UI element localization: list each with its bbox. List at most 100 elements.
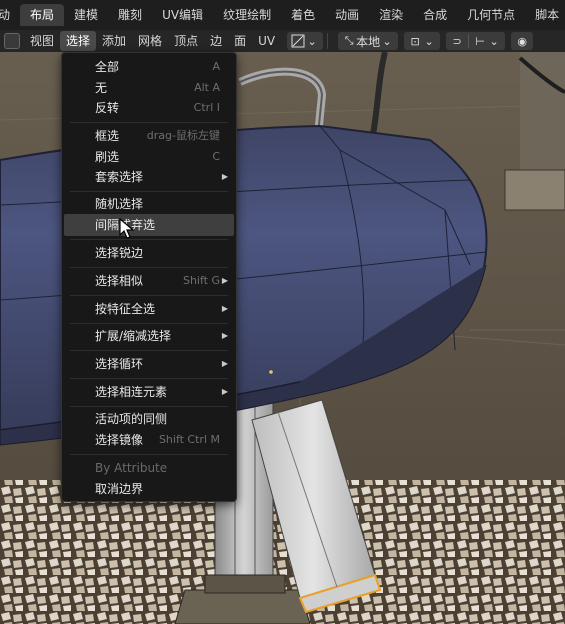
transform-orientation-dropdown[interactable]: ⤡ 本地 ⌄ bbox=[338, 32, 399, 50]
menu-face[interactable]: 面 bbox=[228, 31, 252, 51]
menu-item-invert[interactable]: 反转 Ctrl I bbox=[64, 97, 234, 119]
tab-shading[interactable]: 着色 bbox=[281, 4, 325, 26]
transform-orientation-label: 本地 bbox=[356, 34, 381, 49]
tab-animation-partial[interactable]: 动 bbox=[0, 4, 20, 26]
menu-add[interactable]: 添加 bbox=[96, 31, 132, 51]
menu-item-shortcut: Shift Ctrl M bbox=[158, 433, 220, 446]
menu-item-label: 选择循环 bbox=[95, 357, 144, 371]
menu-item-select-all-by-trait[interactable]: 按特征全选 ▶ bbox=[64, 298, 234, 320]
tab-compositing[interactable]: 合成 bbox=[413, 4, 457, 26]
menu-item-shortcut: C bbox=[212, 150, 220, 163]
menu-item-select-loops[interactable]: 选择循环 ▶ bbox=[64, 353, 234, 375]
submenu-arrow-icon: ▶ bbox=[221, 359, 228, 368]
mouse-cursor-icon bbox=[119, 218, 135, 239]
tab-geometry-nodes[interactable]: 几何节点 bbox=[457, 4, 525, 26]
pivot-point-dropdown[interactable]: ⊡ ⌄ bbox=[404, 32, 441, 50]
menu-item-label: 框选 bbox=[95, 129, 120, 143]
menu-item-label: 活动项的同侧 bbox=[95, 412, 168, 426]
tab-uv-editing[interactable]: UV编辑 bbox=[152, 4, 213, 26]
workspace-tab-bar: 动 布局 建模 雕刻 UV编辑 纹理绘制 着色 动画 渲染 合成 几何节点 脚本 bbox=[0, 0, 565, 30]
menu-item-select-all[interactable]: 全部 A bbox=[64, 56, 234, 78]
menu-item-label: 选择镜像 bbox=[95, 433, 144, 447]
menu-item-select-sharp-edges[interactable]: 选择锐边 bbox=[64, 242, 234, 264]
menu-vertex[interactable]: 顶点 bbox=[168, 31, 204, 51]
menu-item-label: By Attribute bbox=[95, 461, 168, 475]
menu-item-label: 刷选 bbox=[95, 150, 120, 164]
menu-item-label: 无 bbox=[95, 81, 108, 95]
tab-animation[interactable]: 动画 bbox=[325, 4, 369, 26]
menu-separator bbox=[70, 295, 228, 296]
chevron-down-icon: ⌄ bbox=[489, 34, 499, 48]
menu-item-shortcut: Alt A bbox=[194, 81, 220, 94]
submenu-arrow-icon: ▶ bbox=[221, 304, 228, 313]
menu-separator bbox=[70, 239, 228, 240]
menu-item-shortcut: drag-鼠标左键 bbox=[146, 129, 220, 142]
menu-select[interactable]: 选择 bbox=[60, 31, 97, 51]
menu-item-label: 选择锐边 bbox=[95, 246, 144, 260]
menu-separator bbox=[70, 323, 228, 324]
tab-texture-paint[interactable]: 纹理绘制 bbox=[213, 4, 281, 26]
snap-increment-icon[interactable]: ⊢ bbox=[473, 35, 487, 48]
menu-item-checker-deselect[interactable]: 间隔式弃选 bbox=[64, 214, 234, 236]
orientation-axes-icon: ⤡ bbox=[344, 34, 354, 47]
menu-item-label: 反转 bbox=[95, 101, 120, 115]
pivot-point-icon: ⊡ bbox=[410, 34, 420, 48]
mode-toggle-icon[interactable] bbox=[4, 33, 20, 49]
menu-item-label: 随机选择 bbox=[95, 197, 144, 211]
menu-item-select-mirror[interactable]: 选择镜像 Shift Ctrl M bbox=[64, 429, 234, 451]
menu-item-lasso-select[interactable]: 套索选择 ▶ bbox=[64, 166, 234, 188]
submenu-arrow-icon: ▶ bbox=[221, 172, 228, 181]
menu-separator bbox=[70, 191, 228, 192]
menu-item-shortcut: A bbox=[212, 60, 220, 73]
menu-separator bbox=[70, 406, 228, 407]
menu-item-label: 扩展/缩减选择 bbox=[95, 329, 172, 343]
menu-item-label: 套索选择 bbox=[95, 170, 144, 184]
submenu-arrow-icon: ▶ bbox=[221, 276, 228, 285]
tab-sculpting[interactable]: 雕刻 bbox=[108, 4, 152, 26]
tab-scripting[interactable]: 脚本 bbox=[525, 4, 565, 26]
chevron-down-icon: ⌄ bbox=[424, 34, 434, 48]
menu-item-select-none[interactable]: 无 Alt A bbox=[64, 77, 234, 99]
menu-item-select-side-of-active[interactable]: 活动项的同侧 bbox=[64, 408, 234, 430]
snap-magnet-icon[interactable]: ⊃ bbox=[450, 35, 464, 48]
menu-item-label: 全部 bbox=[95, 60, 120, 74]
menu-separator bbox=[70, 454, 228, 455]
menu-item-region-to-loop[interactable]: 取消边界 bbox=[64, 478, 234, 500]
header-divider bbox=[327, 33, 329, 49]
menu-item-circle-select[interactable]: 刷选 C bbox=[64, 146, 234, 168]
proportional-editing-icon: ◉ bbox=[517, 34, 527, 48]
menu-item-label: 按特征全选 bbox=[95, 302, 156, 316]
menu-item-label: 选择相连元素 bbox=[95, 385, 168, 399]
submenu-arrow-icon: ▶ bbox=[221, 387, 228, 396]
chevron-down-icon: ⌄ bbox=[307, 34, 317, 48]
menu-item-select-random[interactable]: 随机选择 bbox=[64, 193, 234, 215]
tab-rendering[interactable]: 渲染 bbox=[369, 4, 413, 26]
menu-item-by-attribute: By Attribute bbox=[64, 457, 234, 479]
menu-separator bbox=[70, 122, 228, 123]
menu-item-label: 选择相似 bbox=[95, 274, 144, 288]
menu-mesh[interactable]: 网格 bbox=[132, 31, 168, 51]
menu-item-shortcut: Shift G bbox=[182, 274, 220, 287]
menu-item-select-similar[interactable]: 选择相似 Shift G ▶ bbox=[64, 270, 234, 292]
menu-item-shortcut: Ctrl I bbox=[193, 101, 220, 114]
menu-item-select-linked[interactable]: 选择相连元素 ▶ bbox=[64, 381, 234, 403]
menu-item-label: 取消边界 bbox=[95, 482, 144, 496]
viewport-header: 视图 选择 添加 网格 顶点 边 面 UV ⌄ ⤡ 本地 ⌄ ⊡ ⌄ ⊃ ⊢ ⌄… bbox=[0, 30, 565, 52]
snapping-controls[interactable]: ⊃ ⊢ ⌄ bbox=[446, 32, 506, 50]
uv-sync-icon bbox=[291, 34, 305, 48]
menu-uv[interactable]: UV bbox=[252, 31, 281, 51]
submenu-arrow-icon: ▶ bbox=[221, 331, 228, 340]
uv-sync-dropdown[interactable]: ⌄ bbox=[287, 32, 324, 50]
menu-separator bbox=[70, 350, 228, 351]
menu-separator bbox=[70, 378, 228, 379]
menu-item-select-more-less[interactable]: 扩展/缩减选择 ▶ bbox=[64, 325, 234, 347]
menu-edge[interactable]: 边 bbox=[204, 31, 228, 51]
menu-item-box-select[interactable]: 框选 drag-鼠标左键 bbox=[64, 125, 234, 147]
chevron-down-icon: ⌄ bbox=[382, 34, 392, 48]
proportional-editing-toggle[interactable]: ◉ bbox=[511, 32, 534, 50]
menu-view[interactable]: 视图 bbox=[24, 31, 60, 51]
tab-layout[interactable]: 布局 bbox=[20, 4, 65, 26]
tab-modeling[interactable]: 建模 bbox=[64, 4, 108, 26]
menu-separator bbox=[70, 267, 228, 268]
select-dropdown-menu: 全部 A 无 Alt A 反转 Ctrl I 框选 drag-鼠标左键 刷选 C… bbox=[61, 52, 237, 502]
